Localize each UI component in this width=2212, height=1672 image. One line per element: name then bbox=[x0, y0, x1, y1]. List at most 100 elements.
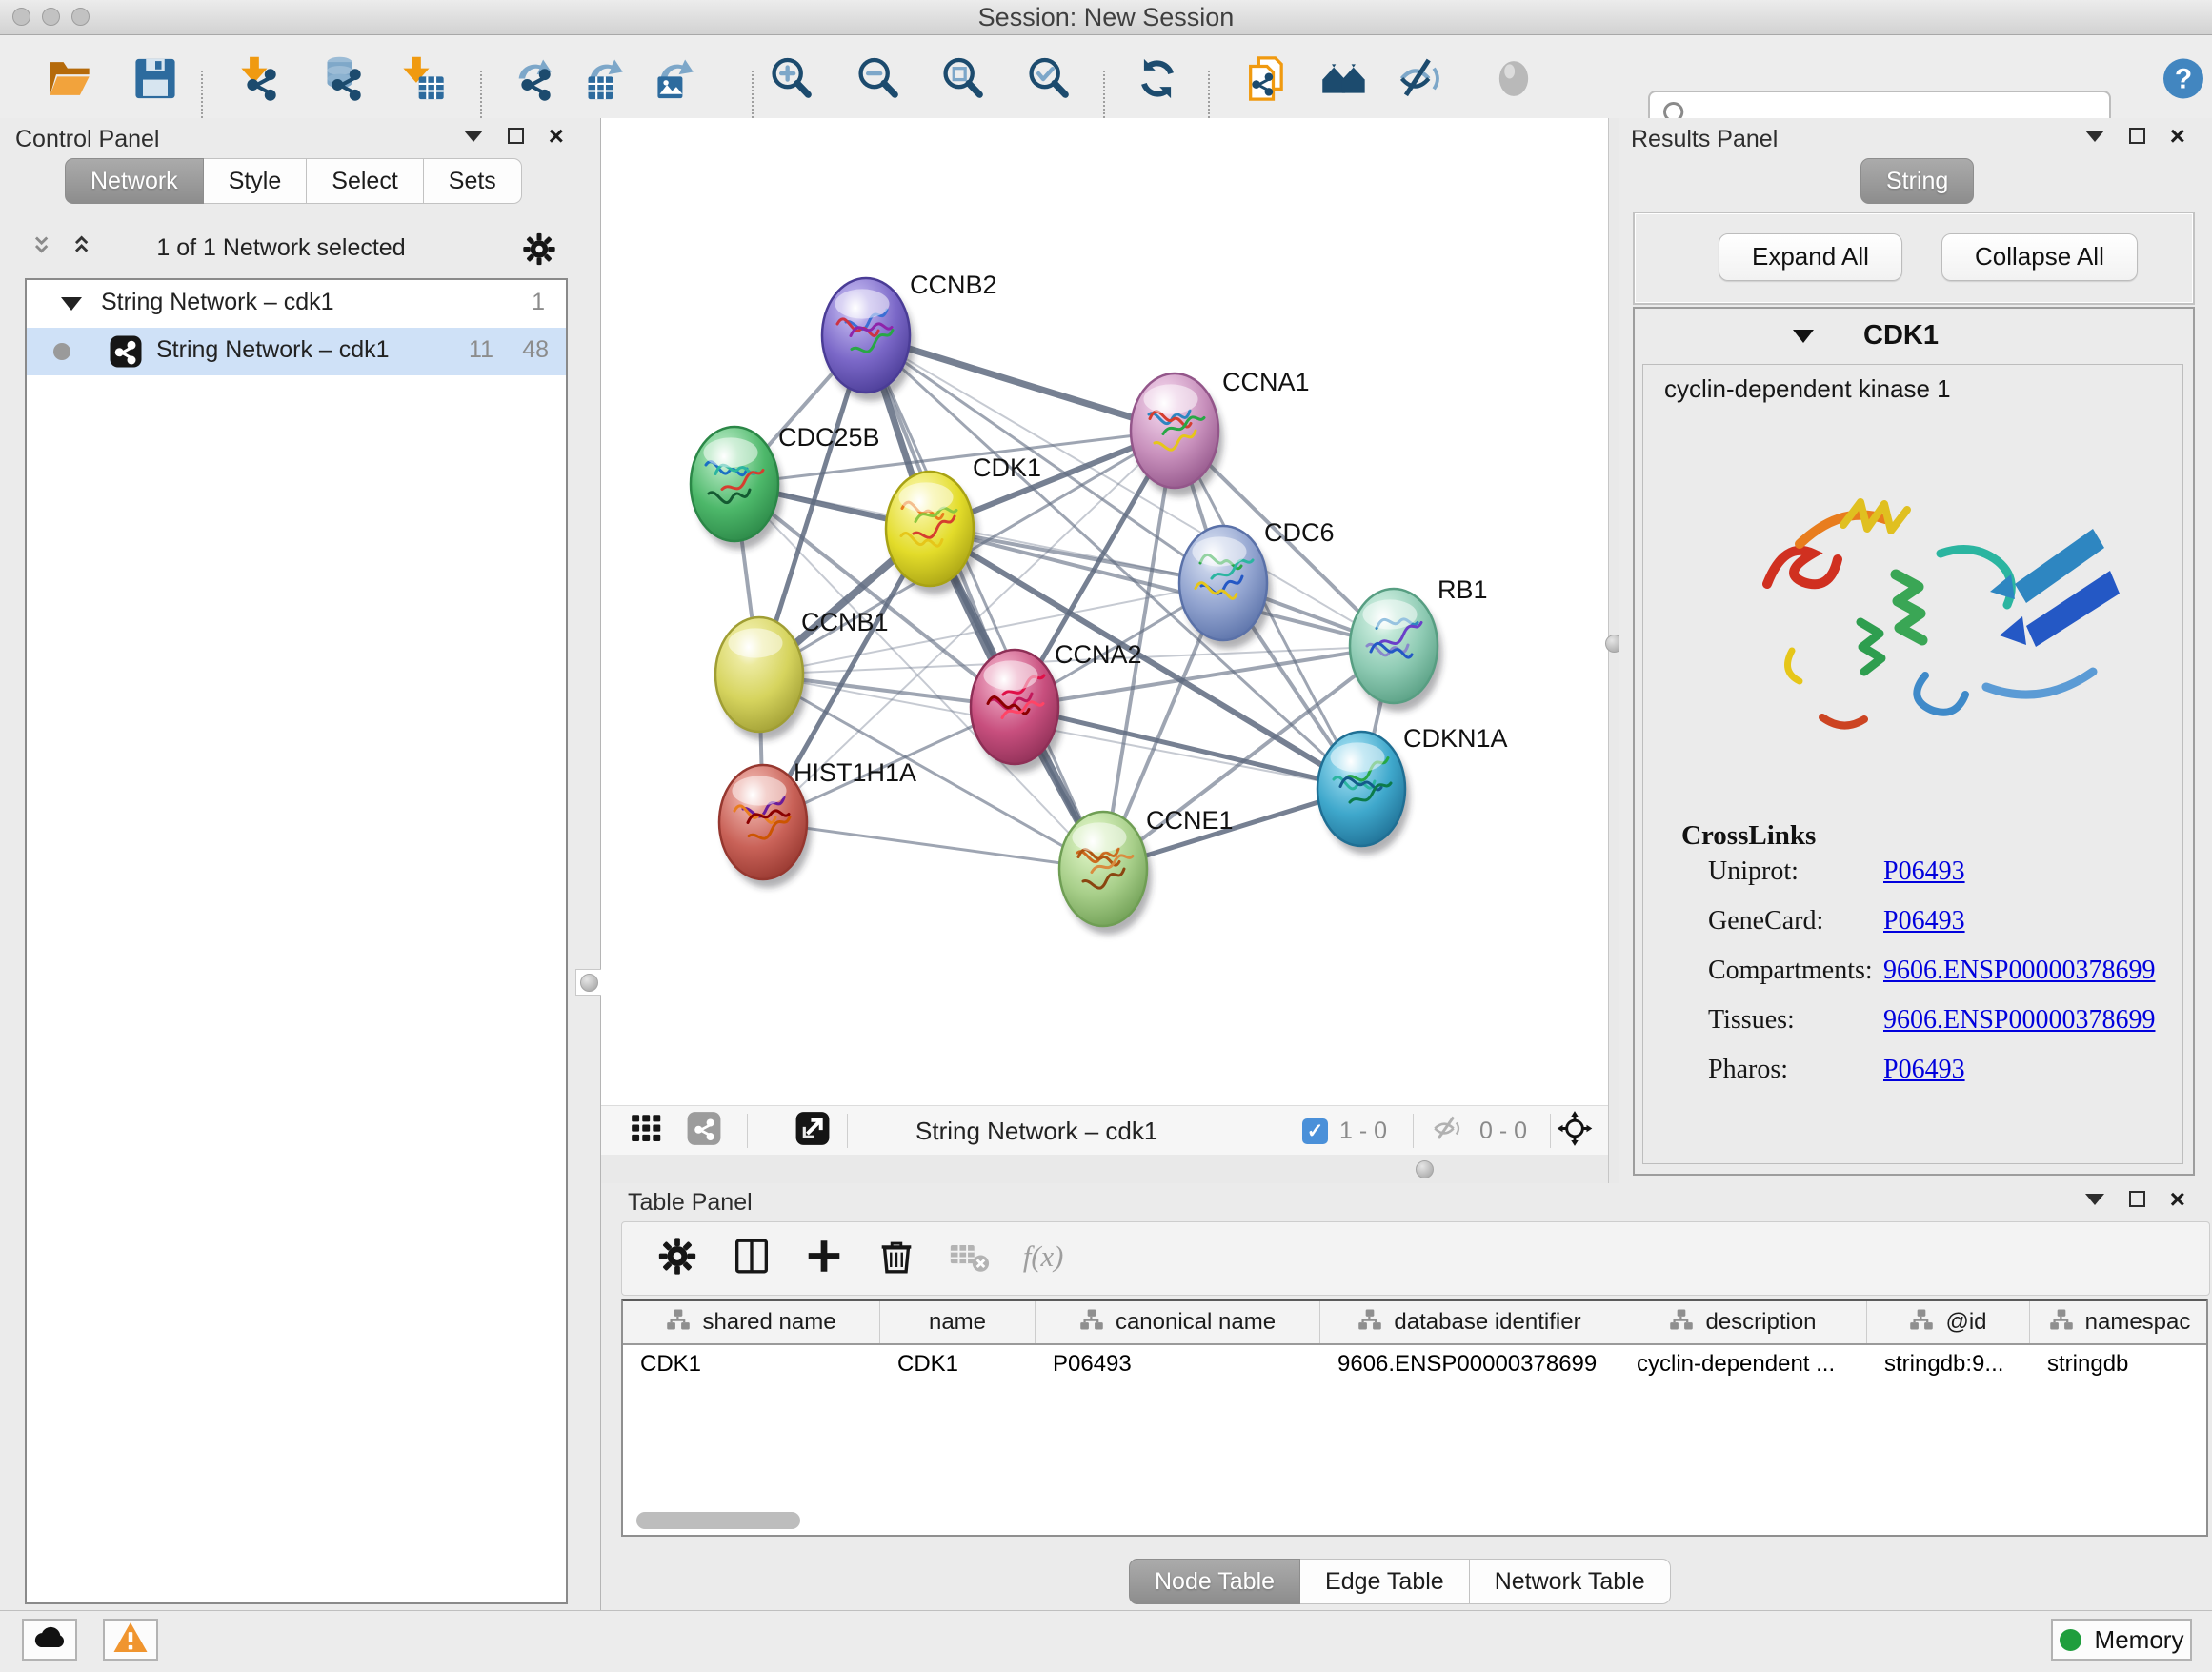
table-cell[interactable]: cyclin-dependent ... bbox=[1619, 1345, 1867, 1383]
network-node-ccnb2[interactable]: CCNB2 bbox=[822, 271, 997, 401]
network-row-selected[interactable]: String Network – cdk1 11 48 bbox=[27, 328, 566, 375]
table-panel-tabs: Node TableEdge TableNetwork Table bbox=[1129, 1559, 1671, 1604]
birdseye-icon[interactable] bbox=[1556, 1110, 1594, 1153]
column-header[interactable]: namespac bbox=[2030, 1301, 2208, 1343]
memory-button[interactable]: Memory bbox=[2051, 1619, 2192, 1661]
share-network-icon[interactable] bbox=[686, 1111, 722, 1152]
network-node-ccnb1[interactable]: CCNB1 bbox=[715, 608, 889, 740]
crosslink-link[interactable]: P06493 bbox=[1883, 856, 1965, 887]
import-database-button[interactable] bbox=[321, 53, 371, 108]
tab-edge-table[interactable]: Edge Table bbox=[1300, 1559, 1470, 1604]
gene-section-header[interactable]: CDK1 bbox=[1635, 309, 2193, 362]
network-list-options-gear-icon[interactable] bbox=[520, 231, 558, 273]
add-column-button[interactable] bbox=[802, 1235, 846, 1283]
close-panel-icon[interactable]: × bbox=[549, 128, 564, 144]
zoom-fit-button[interactable] bbox=[938, 53, 988, 108]
table-cell[interactable]: stringdb:9... bbox=[1867, 1345, 2030, 1383]
tab-network-table[interactable]: Network Table bbox=[1470, 1559, 1671, 1604]
cloud-button[interactable] bbox=[22, 1619, 77, 1661]
import-network-button[interactable] bbox=[236, 53, 286, 108]
table-cell[interactable]: P06493 bbox=[1036, 1345, 1320, 1383]
expand-all-button[interactable]: Expand All bbox=[1719, 233, 1902, 281]
table-cell[interactable]: 9606.ENSP00000378699 bbox=[1320, 1345, 1619, 1383]
network-graph[interactable]: CCNB2 CCNA1 CDC25B CDK1 CDC6 bbox=[601, 118, 1608, 1105]
network-view-title: String Network – cdk1 bbox=[915, 1117, 1157, 1146]
import-table-button[interactable] bbox=[398, 53, 448, 108]
export-table-button[interactable] bbox=[582, 53, 632, 108]
network-node-ccne1[interactable]: CCNE1 bbox=[1059, 806, 1234, 935]
panel-menu-icon[interactable] bbox=[2085, 1194, 2104, 1205]
table-cell[interactable]: stringdb bbox=[2030, 1345, 2208, 1383]
network-node-cdkn1a[interactable]: CDKN1A bbox=[1317, 724, 1508, 855]
crosslink-row: Pharos:P06493 bbox=[1643, 1055, 2182, 1104]
duplicate-page-button[interactable] bbox=[1242, 53, 1292, 108]
column-header[interactable]: shared name bbox=[623, 1301, 880, 1343]
left-splitter-handle[interactable] bbox=[575, 969, 602, 996]
memory-status-dot bbox=[2060, 1629, 2081, 1651]
crosslink-link[interactable]: P06493 bbox=[1883, 906, 1965, 937]
help-button[interactable]: ? bbox=[2161, 55, 2206, 106]
float-panel-icon[interactable] bbox=[508, 128, 524, 144]
home-button[interactable] bbox=[1319, 53, 1369, 108]
crosslinks-list: Uniprot:P06493GeneCard:P06493Compartment… bbox=[1643, 856, 2182, 1104]
network-canvas[interactable]: CCNB2 CCNA1 CDC25B CDK1 CDC6 bbox=[601, 118, 1608, 1105]
tab-node-table[interactable]: Node Table bbox=[1129, 1559, 1300, 1604]
function-builder-button[interactable]: f(x) bbox=[1019, 1235, 1063, 1283]
table-cell[interactable]: CDK1 bbox=[880, 1345, 1036, 1383]
float-panel-icon[interactable] bbox=[2129, 1191, 2145, 1207]
panel-menu-icon[interactable] bbox=[2085, 131, 2104, 142]
network-node-hist1h1a[interactable]: HIST1H1A bbox=[719, 758, 916, 888]
table-cell[interactable]: CDK1 bbox=[623, 1345, 880, 1383]
column-header[interactable]: database identifier bbox=[1320, 1301, 1619, 1343]
delete-column-button[interactable] bbox=[875, 1235, 918, 1283]
eye-button[interactable] bbox=[1489, 53, 1538, 108]
export-network-button[interactable] bbox=[511, 53, 560, 108]
gene-details: cyclin-dependent kinase 1 bbox=[1642, 364, 2183, 1164]
selected-checkbox[interactable]: ✓ bbox=[1302, 1118, 1328, 1144]
tab-sets[interactable]: Sets bbox=[424, 158, 522, 204]
panel-menu-icon[interactable] bbox=[464, 131, 483, 142]
tab-string[interactable]: String bbox=[1860, 158, 1974, 204]
column-label: shared name bbox=[702, 1309, 835, 1336]
open-session-button[interactable] bbox=[44, 53, 93, 108]
grid-view-icon[interactable] bbox=[629, 1111, 665, 1152]
table-row[interactable]: CDK1CDK1P064939606.ENSP00000378699cyclin… bbox=[623, 1345, 2206, 1383]
export-image-button[interactable] bbox=[653, 53, 702, 108]
column-header[interactable]: @id bbox=[1867, 1301, 2030, 1343]
float-panel-icon[interactable] bbox=[2129, 128, 2145, 144]
show-columns-button[interactable] bbox=[730, 1235, 774, 1283]
close-panel-icon[interactable]: × bbox=[2170, 128, 2185, 144]
expander-icon[interactable] bbox=[61, 297, 82, 311]
export-view-icon[interactable] bbox=[794, 1111, 831, 1152]
network-node-cdc6[interactable]: CDC6 bbox=[1179, 518, 1335, 649]
column-header[interactable]: description bbox=[1619, 1301, 1867, 1343]
network-node-ccna2[interactable]: CCNA2 bbox=[971, 640, 1142, 773]
hidden-eye-icon[interactable] bbox=[1430, 1112, 1464, 1151]
svg-text:?: ? bbox=[2175, 63, 2192, 94]
crosslink-link[interactable]: 9606.ENSP00000378699 bbox=[1883, 1005, 2155, 1036]
save-session-button[interactable] bbox=[131, 53, 180, 108]
network-node-cdc25b[interactable]: CDC25B bbox=[691, 423, 880, 550]
selected-counts: 1 - 0 bbox=[1339, 1118, 1387, 1145]
collapse-all-button[interactable]: Collapse All bbox=[1941, 233, 2138, 281]
tab-select[interactable]: Select bbox=[307, 158, 423, 204]
crosslink-link[interactable]: 9606.ENSP00000378699 bbox=[1883, 956, 2155, 986]
crosslink-link[interactable]: P06493 bbox=[1883, 1055, 1965, 1085]
close-panel-icon[interactable]: × bbox=[2170, 1191, 2185, 1207]
column-header[interactable]: canonical name bbox=[1036, 1301, 1320, 1343]
network-node-rb1[interactable]: RB1 bbox=[1350, 575, 1488, 712]
table-horizontal-scrollbar[interactable] bbox=[636, 1512, 800, 1529]
tab-style[interactable]: Style bbox=[204, 158, 308, 204]
network-collection-row[interactable]: String Network – cdk1 1 bbox=[27, 280, 566, 328]
zoom-out-button[interactable] bbox=[854, 53, 903, 108]
table-settings-button[interactable] bbox=[655, 1235, 699, 1283]
warnings-button[interactable] bbox=[103, 1619, 158, 1661]
refresh-button[interactable] bbox=[1133, 53, 1182, 108]
zoom-selected-button[interactable] bbox=[1024, 53, 1074, 108]
zoom-in-button[interactable] bbox=[767, 53, 816, 108]
hide-panel-button[interactable] bbox=[1395, 53, 1444, 108]
column-header[interactable]: name bbox=[880, 1301, 1036, 1343]
collapse-section-icon[interactable] bbox=[1793, 330, 1814, 343]
tab-network[interactable]: Network bbox=[65, 158, 204, 204]
clear-table-button[interactable] bbox=[947, 1235, 991, 1283]
